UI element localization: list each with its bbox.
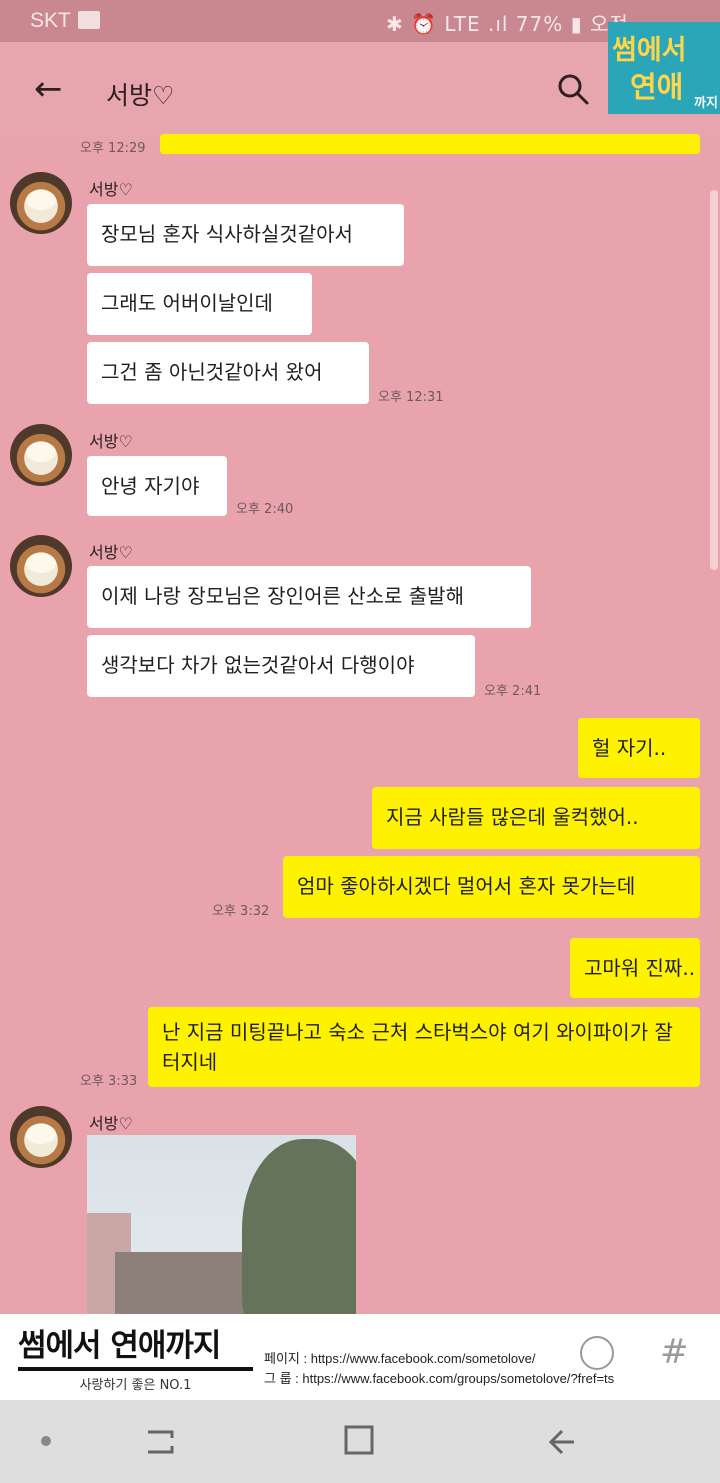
promo-line-2: 연애 xyxy=(630,70,684,104)
recent-apps-icon[interactable] xyxy=(140,1424,180,1460)
banner-brand: 썸에서 연애까지 xyxy=(18,1328,221,1364)
gallery-icon xyxy=(78,11,100,29)
promo-line-1: 썸에서 xyxy=(612,35,687,66)
friend-message-bubble[interactable]: 그래도 어버이날인데 xyxy=(87,273,312,335)
friend-message-bubble[interactable]: 그건 좀 아닌것같아서 왔어 xyxy=(87,342,369,404)
sender-name: 서방♡ xyxy=(89,180,133,199)
shared-photo[interactable] xyxy=(87,1135,356,1320)
message-time: 오후 12:31 xyxy=(378,390,444,405)
friend-message-bubble[interactable]: 생각보다 차가 없는것같아서 다행이야 xyxy=(87,635,475,697)
my-message-bubble[interactable]: 엄마 좋아하시겠다 멀어서 혼자 못가는데 xyxy=(283,856,700,918)
banner-brand-sub: 사랑하기 좋은 NO.1 xyxy=(18,1367,253,1393)
friend-message-bubble[interactable]: 장모님 혼자 식사하실것같아서 xyxy=(87,204,404,266)
promo-badge: 썸에서 연애 까지 xyxy=(608,22,720,114)
message-time: 오후 3:32 xyxy=(212,904,270,919)
my-message-bubble[interactable] xyxy=(160,134,700,154)
message-time: 오후 3:33 xyxy=(80,1074,138,1089)
banner-group-link: 그 룹 : https://www.facebook.com/groups/so… xyxy=(264,1371,615,1386)
hash-icon: # xyxy=(660,1332,689,1372)
my-message-bubble[interactable]: 고마워 진짜.. xyxy=(570,938,700,998)
emoji-icon xyxy=(580,1336,614,1370)
sender-name: 서방♡ xyxy=(89,432,133,451)
back-nav-icon[interactable] xyxy=(544,1424,580,1460)
message-time: 오후 2:41 xyxy=(484,684,542,699)
contact-avatar[interactable] xyxy=(10,1106,72,1168)
contact-avatar[interactable] xyxy=(10,172,72,234)
chat-title: 서방♡ xyxy=(106,81,175,110)
sender-name: 서방♡ xyxy=(89,1114,133,1133)
contact-avatar[interactable] xyxy=(10,424,72,486)
status-icons: ✱ ⏰ LTE .ıl 77% ▮ 오전 xyxy=(386,12,629,36)
watermark-banner: 썸에서 연애까지 사랑하기 좋은 NO.1 페이지 : https://www.… xyxy=(0,1314,720,1400)
carrier-name: SKT xyxy=(30,9,71,32)
my-message-bubble[interactable]: 난 지금 미팅끝나고 숙소 근처 스타벅스야 여기 와이파이가 잘터지네 xyxy=(148,1007,700,1087)
sender-name: 서방♡ xyxy=(89,543,133,562)
search-icon[interactable] xyxy=(556,72,590,106)
back-icon[interactable]: ← xyxy=(34,72,63,106)
home-icon[interactable] xyxy=(343,1424,375,1456)
dot-icon[interactable] xyxy=(41,1436,51,1446)
message-time: 오후 12:29 xyxy=(80,141,146,156)
friend-message-bubble[interactable]: 안녕 자기야 xyxy=(87,456,227,516)
my-message-bubble[interactable]: 지금 사람들 많은데 울컥했어.. xyxy=(372,787,700,849)
message-time: 오후 2:40 xyxy=(236,502,294,517)
promo-line-3: 까지 xyxy=(694,96,718,111)
my-message-bubble[interactable]: 헐 자기.. xyxy=(578,718,700,778)
chat-scrollbar[interactable] xyxy=(710,190,718,570)
banner-page-link: 페이지 : https://www.facebook.com/sometolov… xyxy=(264,1351,536,1366)
contact-avatar[interactable] xyxy=(10,535,72,597)
friend-message-bubble[interactable]: 이제 나랑 장모님은 장인어른 산소로 출발해 xyxy=(87,566,531,628)
